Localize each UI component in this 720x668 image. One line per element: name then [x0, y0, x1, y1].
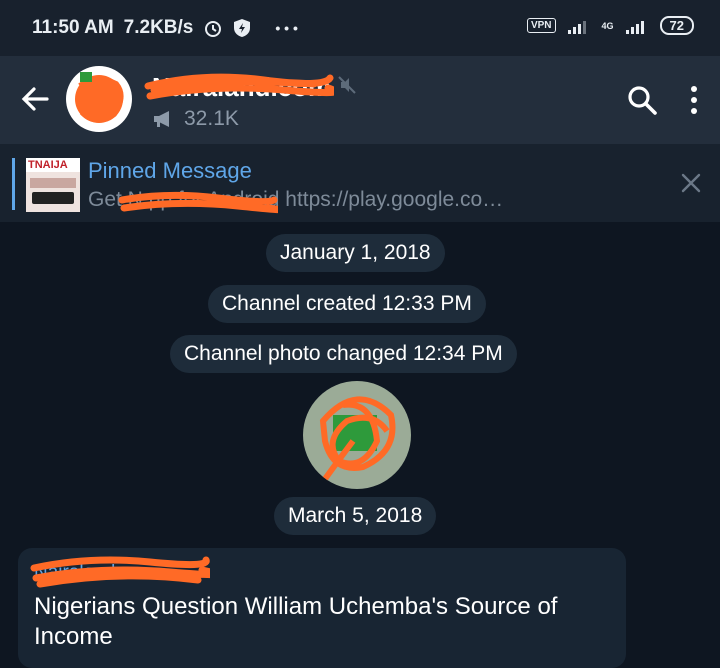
- megaphone-icon: [154, 111, 169, 127]
- more-vert-icon[interactable]: [686, 84, 702, 116]
- channel-header: Nairaland.com 32.1K: [0, 56, 720, 144]
- close-icon[interactable]: [680, 172, 702, 194]
- pinned-title: Pinned Message: [88, 158, 252, 183]
- service-message-created: Channel created 12:33 PM: [208, 285, 486, 323]
- status-right: VPN 4G 72: [526, 16, 694, 35]
- message-text: Nigerians Question William Uchemba's Sou…: [34, 593, 558, 650]
- channel-photo[interactable]: [303, 381, 411, 489]
- status-more: • • •: [275, 20, 298, 36]
- vpn-badge: VPN: [526, 18, 556, 33]
- thumb-graphic: [30, 178, 76, 188]
- message-bubble[interactable]: Nairaland.com Nigerians Question William…: [18, 548, 626, 668]
- signal-icon: [567, 20, 586, 34]
- avatar-scribble: [75, 72, 124, 123]
- channel-title[interactable]: Nairaland.com: [144, 72, 334, 103]
- search-icon[interactable]: [626, 84, 658, 116]
- subscriber-count: 32.1K: [152, 107, 239, 131]
- message-author: Nairaland.com: [30, 556, 210, 588]
- pinned-accent-bar: [12, 158, 15, 210]
- status-time: 11:50 AM: [32, 17, 114, 38]
- alarm-icon: [205, 21, 222, 37]
- status-bar: 11:50 AM 7.2KB/s • • • VPN 4G 72: [0, 0, 720, 56]
- status-left: 11:50 AM 7.2KB/s • • •: [32, 17, 298, 39]
- signal-4g-icon: [625, 20, 644, 34]
- mute-icon: [338, 76, 356, 94]
- date-badge: January 1, 2018: [266, 234, 445, 272]
- back-arrow-icon[interactable]: [20, 84, 50, 114]
- shield-icon: [234, 19, 251, 37]
- date-badge-2: March 5, 2018: [274, 497, 437, 535]
- photo-scribble: [314, 396, 396, 489]
- thumb-logo-text: TNAIJA: [26, 158, 80, 172]
- pinned-thumbnail: TNAIJA: [26, 158, 80, 212]
- pinned-message-bar[interactable]: TNAIJA Pinned Message Get N pp for Andro…: [0, 144, 720, 222]
- status-speed: 7.2KB/s: [123, 17, 194, 38]
- channel-avatar[interactable]: [66, 66, 132, 132]
- service-message-photo: Channel photo changed 12:34 PM: [170, 335, 517, 373]
- network-type: 4G: [601, 20, 614, 31]
- thumb-badge: [32, 192, 74, 204]
- battery-indicator: 72: [659, 16, 694, 35]
- pinned-text: Get N pp for Android https://play.google…: [88, 188, 503, 214]
